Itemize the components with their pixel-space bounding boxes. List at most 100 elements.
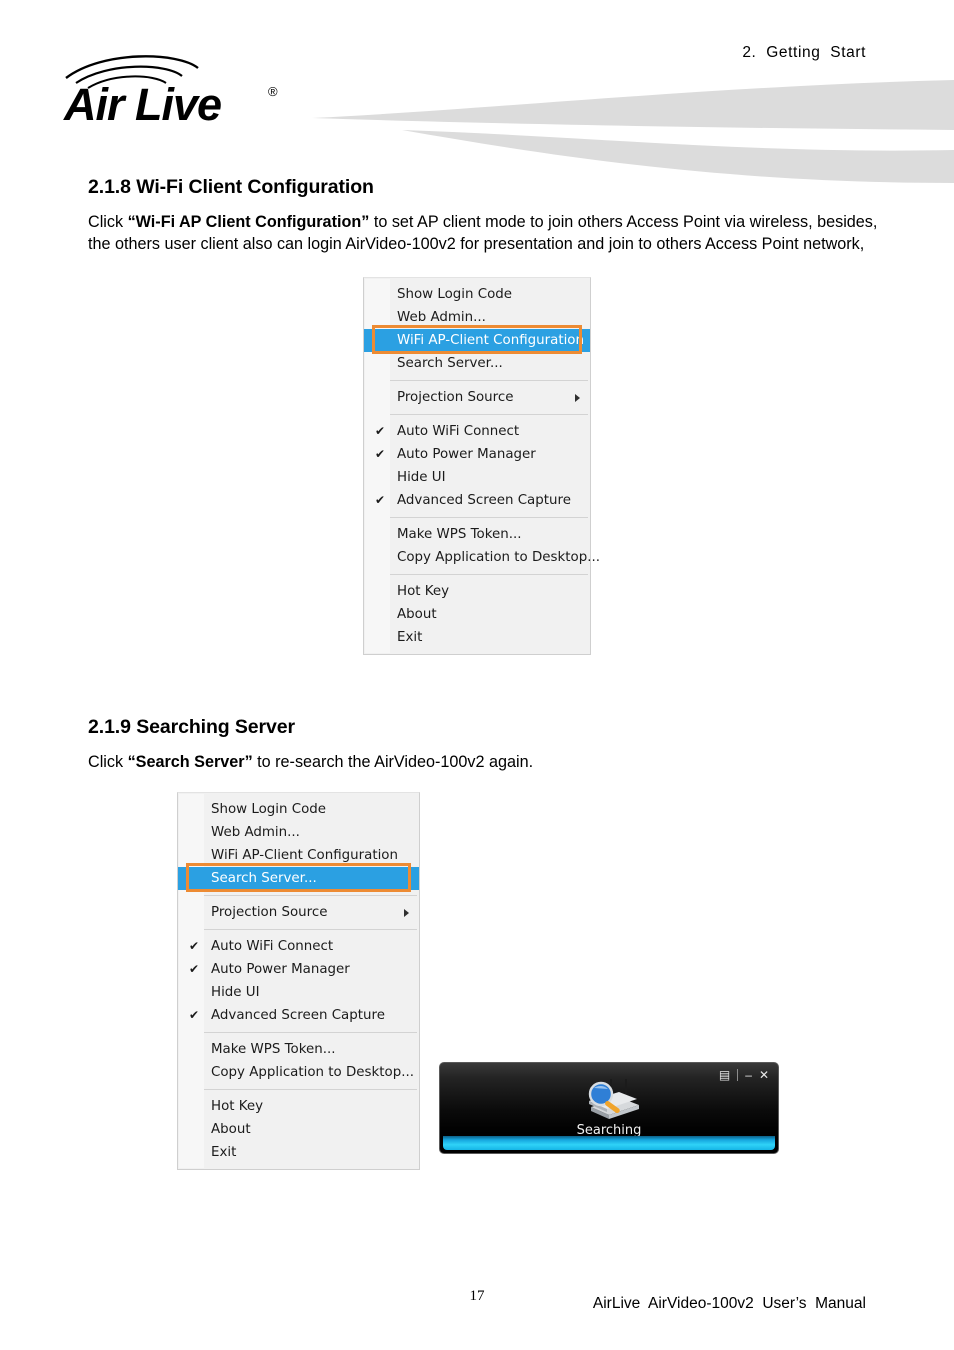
menu-item-label: Make WPS Token... bbox=[397, 527, 522, 542]
check-icon: ✔ bbox=[188, 962, 200, 976]
menu-item-search-server[interactable]: Search Server... bbox=[178, 867, 419, 890]
menu-item-auto-wifi-connect[interactable]: ✔ Auto WiFi Connect bbox=[364, 420, 590, 443]
menu-item-copy-application-to-desktop[interactable]: Copy Application to Desktop... bbox=[178, 1061, 419, 1084]
selection-highlight bbox=[179, 867, 203, 890]
router-search-icon bbox=[588, 1079, 639, 1119]
menu-item-label: WiFi AP-Client Configuration bbox=[397, 333, 584, 348]
menu-separator bbox=[180, 1089, 417, 1090]
menu-item-auto-power-manager[interactable]: ✔ Auto Power Manager bbox=[178, 958, 419, 981]
para-lead: Click bbox=[88, 213, 128, 231]
menu-item-web-admin[interactable]: Web Admin... bbox=[178, 821, 419, 844]
check-icon: ✔ bbox=[188, 939, 200, 953]
check-icon: ✔ bbox=[188, 1008, 200, 1022]
menu-item-projection-source[interactable]: Projection Source bbox=[178, 901, 419, 924]
minimize-icon[interactable]: – bbox=[745, 1069, 752, 1081]
menu-separator bbox=[366, 380, 588, 381]
menu-item-label: Show Login Code bbox=[211, 802, 327, 817]
menu-item-exit[interactable]: Exit bbox=[364, 626, 590, 649]
searching-dialog[interactable]: ▤ – ✕ Searching bbox=[439, 1062, 779, 1154]
menu-item-hide-ui[interactable]: Hide UI bbox=[178, 981, 419, 1004]
menu-item-show-login-code[interactable]: Show Login Code bbox=[364, 283, 590, 306]
menu-item-label: Projection Source bbox=[211, 905, 328, 920]
menu-item-label: About bbox=[211, 1122, 251, 1137]
menu-item-label: About bbox=[397, 607, 437, 622]
menu-item-advanced-screen-capture[interactable]: ✔ Advanced Screen Capture bbox=[364, 489, 590, 512]
menu-item-auto-wifi-connect[interactable]: ✔ Auto WiFi Connect bbox=[178, 935, 419, 958]
menu-item-label: Copy Application to Desktop... bbox=[397, 550, 600, 565]
menu-item-auto-power-manager[interactable]: ✔ Auto Power Manager bbox=[364, 443, 590, 466]
menu-item-web-admin[interactable]: Web Admin... bbox=[364, 306, 590, 329]
menu-item-label: Copy Application to Desktop... bbox=[211, 1065, 414, 1080]
menu-item-label: Projection Source bbox=[397, 390, 514, 405]
svg-text:®: ® bbox=[268, 84, 278, 99]
submenu-arrow-icon bbox=[575, 393, 580, 402]
menu-item-label: Web Admin... bbox=[211, 825, 300, 840]
menu-item-hot-key[interactable]: Hot Key bbox=[178, 1095, 419, 1118]
menu-item-make-wps-token[interactable]: Make WPS Token... bbox=[178, 1038, 419, 1061]
airlive-logo-graphic: Air Live ® bbox=[63, 55, 278, 128]
menu-item-copy-application-to-desktop[interactable]: Copy Application to Desktop... bbox=[364, 546, 600, 569]
menu-item-hide-ui[interactable]: Hide UI bbox=[364, 466, 590, 489]
menu-item-wifi-ap-client-configuration[interactable]: WiFi AP-Client Configuration bbox=[364, 329, 590, 352]
menu-item-label: Auto Power Manager bbox=[397, 447, 536, 462]
header-swoosh-decoration bbox=[312, 80, 954, 183]
menu-item-label: Hot Key bbox=[397, 584, 450, 599]
airlive-logo: Air Live ® bbox=[58, 52, 308, 128]
section-paragraph-219: Click “Search Server” to re-search the A… bbox=[88, 751, 878, 773]
dialog-accent-bar bbox=[443, 1136, 775, 1150]
footer-manual-title: AirLive AirVideo-100v2 User’s Manual bbox=[592, 1295, 866, 1312]
check-icon: ✔ bbox=[374, 493, 386, 507]
menu-item-advanced-screen-capture[interactable]: ✔ Advanced Screen Capture bbox=[178, 1004, 419, 1027]
menu-item-label: Exit bbox=[211, 1145, 237, 1160]
menu-item-label: Search Server... bbox=[211, 871, 317, 886]
dialog-window-controls[interactable]: ▤ – ✕ bbox=[719, 1069, 769, 1081]
menu-item-wifi-ap-client-configuration[interactable]: WiFi AP-Client Configuration bbox=[178, 844, 419, 867]
menu-item-show-login-code[interactable]: Show Login Code bbox=[178, 798, 419, 821]
para-lead: Click bbox=[88, 753, 128, 771]
menu-separator bbox=[180, 1032, 417, 1033]
menu-item-exit[interactable]: Exit bbox=[178, 1141, 419, 1164]
menu-separator bbox=[366, 574, 588, 575]
svg-text:Air Live: Air Live bbox=[63, 79, 221, 128]
panel-icon[interactable]: ▤ bbox=[719, 1069, 730, 1081]
menu-item-label: Auto WiFi Connect bbox=[397, 424, 520, 439]
menu-item-label: Exit bbox=[397, 630, 423, 645]
menu-item-search-server[interactable]: Search Server... bbox=[364, 352, 590, 375]
menu-separator bbox=[180, 895, 417, 896]
para-bold: “Wi-Fi AP Client Configuration” bbox=[127, 213, 370, 231]
menu-item-about[interactable]: About bbox=[364, 603, 590, 626]
control-divider bbox=[737, 1069, 739, 1081]
para-bold: “Search Server” bbox=[127, 753, 253, 771]
menu-item-label: Hide UI bbox=[397, 470, 446, 485]
menu-item-label: Advanced Screen Capture bbox=[211, 1008, 385, 1023]
menu-item-make-wps-token[interactable]: Make WPS Token... bbox=[364, 523, 590, 546]
check-icon: ✔ bbox=[374, 447, 386, 461]
section-heading-219: 2.1.9 Searching Server bbox=[88, 716, 296, 738]
submenu-arrow-icon bbox=[404, 908, 409, 917]
menu-item-label: Advanced Screen Capture bbox=[397, 493, 571, 508]
menu-separator bbox=[366, 414, 588, 415]
menu-separator bbox=[180, 929, 417, 930]
menu-item-about[interactable]: About bbox=[178, 1118, 419, 1141]
section-paragraph-218: Click “Wi-Fi AP Client Configuration” to… bbox=[88, 211, 878, 255]
menu-item-projection-source[interactable]: Projection Source bbox=[364, 386, 590, 409]
chapter-header: 2. Getting Start bbox=[742, 44, 866, 61]
menu-item-label: Search Server... bbox=[397, 356, 503, 371]
menu-item-label: Hide UI bbox=[211, 985, 260, 1000]
context-menu-2[interactable]: Show Login Code Web Admin... WiFi AP-Clien… bbox=[177, 792, 420, 1170]
menu-item-label: Auto WiFi Connect bbox=[211, 939, 334, 954]
context-menu-1[interactable]: Show Login Code Web Admin... WiFi AP-Clien… bbox=[363, 277, 600, 655]
manual-page: 2. Getting Start Air Live ® 2.1.8 Wi-Fi … bbox=[0, 0, 954, 1350]
menu-item-label: Web Admin... bbox=[397, 310, 486, 325]
menu-item-label: Make WPS Token... bbox=[211, 1042, 336, 1057]
menu-item-label: Hot Key bbox=[211, 1099, 264, 1114]
menu-item-hot-key[interactable]: Hot Key bbox=[364, 580, 590, 603]
check-icon: ✔ bbox=[374, 424, 386, 438]
section-heading-218: 2.1.8 Wi-Fi Client Configuration bbox=[88, 176, 374, 198]
menu-separator bbox=[366, 517, 588, 518]
menu-item-label: Show Login Code bbox=[397, 287, 513, 302]
para-rest: to re-search the AirVideo-100v2 again. bbox=[252, 753, 534, 771]
close-icon[interactable]: ✕ bbox=[759, 1069, 769, 1081]
selection-highlight bbox=[365, 329, 389, 352]
menu-item-label: WiFi AP-Client Configuration bbox=[211, 848, 398, 863]
